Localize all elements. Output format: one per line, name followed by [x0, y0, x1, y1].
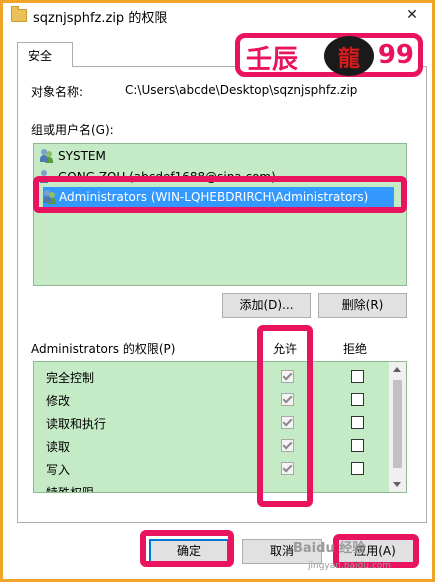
- dragon-logo-icon: 龍: [324, 36, 374, 76]
- permission-name: 读取和执行: [46, 417, 107, 431]
- groups-listbox[interactable]: SYSTEM GONG ZOU (abcdef1688@sina.com) Ad…: [33, 143, 407, 286]
- list-item-selected[interactable]: Administrators (WIN-LQHEBDRIRCH\Administ…: [43, 187, 394, 207]
- tab-security-label: 安全: [28, 49, 53, 63]
- list-item-label: Administrators (WIN-LQHEBDRIRCH\Administ…: [59, 190, 369, 204]
- permission-name: 写入: [46, 463, 71, 477]
- permission-name: 修改: [46, 394, 71, 408]
- tab-security[interactable]: 安全: [17, 42, 73, 67]
- deny-checkbox[interactable]: [351, 370, 364, 383]
- permissions-dialog: sqznjsphfz.zip 的权限 ✕ 安全 对象名称: C:\Users\a…: [3, 3, 432, 579]
- user-icon: [40, 170, 54, 184]
- table-row: 修改: [34, 388, 389, 411]
- object-name-value: C:\Users\abcde\Desktop\sqznjsphfz.zip: [125, 83, 358, 97]
- users-icon: [43, 190, 57, 204]
- watermark-right-text: 99: [377, 40, 414, 70]
- scroll-up-icon[interactable]: [393, 367, 401, 372]
- deny-checkbox[interactable]: [351, 416, 364, 429]
- permission-name: 读取: [46, 440, 71, 454]
- allow-checkbox[interactable]: [281, 370, 294, 383]
- table-row: 写入: [34, 457, 389, 480]
- allow-checkbox[interactable]: [281, 393, 294, 406]
- folder-icon: [11, 6, 27, 22]
- list-item-label: GONG ZOU (abcdef1688@sina.com): [58, 170, 276, 184]
- add-button[interactable]: 添加(D)...: [222, 293, 311, 318]
- watermark-badge: 壬辰 龍 99: [235, 33, 423, 77]
- table-row: 读取: [34, 434, 389, 457]
- remove-button[interactable]: 删除(R): [318, 293, 407, 318]
- list-item-label: SYSTEM: [58, 149, 106, 163]
- ok-button[interactable]: 确定: [149, 539, 229, 564]
- users-icon: [40, 149, 54, 163]
- deny-header: 拒绝: [343, 342, 368, 356]
- watermark-left-text: 壬辰: [246, 45, 299, 75]
- close-button[interactable]: ✕: [394, 3, 430, 27]
- allow-checkbox[interactable]: [281, 462, 294, 475]
- allow-header: 允许: [273, 342, 298, 356]
- permissions-scrollbar[interactable]: [389, 362, 406, 492]
- title-bar: sqznjsphfz.zip 的权限 ✕: [3, 3, 432, 30]
- allow-checkbox[interactable]: [281, 439, 294, 452]
- scroll-thumb[interactable]: [393, 380, 402, 468]
- groups-label: 组或用户名(G):: [31, 123, 114, 137]
- baidu-watermark: Baidu 经验: [293, 541, 366, 556]
- window-title: sqznjsphfz.zip 的权限: [33, 11, 168, 26]
- scroll-down-icon[interactable]: [393, 482, 401, 487]
- allow-checkbox[interactable]: [281, 416, 294, 429]
- deny-checkbox[interactable]: [351, 462, 364, 475]
- permissions-label: Administrators 的权限(P): [31, 342, 176, 356]
- table-row: 特殊权限: [34, 480, 389, 493]
- table-row: 完全控制: [34, 365, 389, 388]
- baidu-url: jingyan.baidu.com: [308, 561, 392, 571]
- permission-name: 特殊权限: [46, 486, 95, 493]
- object-name-label: 对象名称:: [31, 85, 84, 99]
- table-row: 读取和执行: [34, 411, 389, 434]
- permissions-list: 完全控制 修改 读取和执行 读取 写入 特殊权限: [33, 361, 407, 493]
- deny-checkbox[interactable]: [351, 393, 364, 406]
- deny-checkbox[interactable]: [351, 439, 364, 452]
- permission-name: 完全控制: [46, 371, 95, 385]
